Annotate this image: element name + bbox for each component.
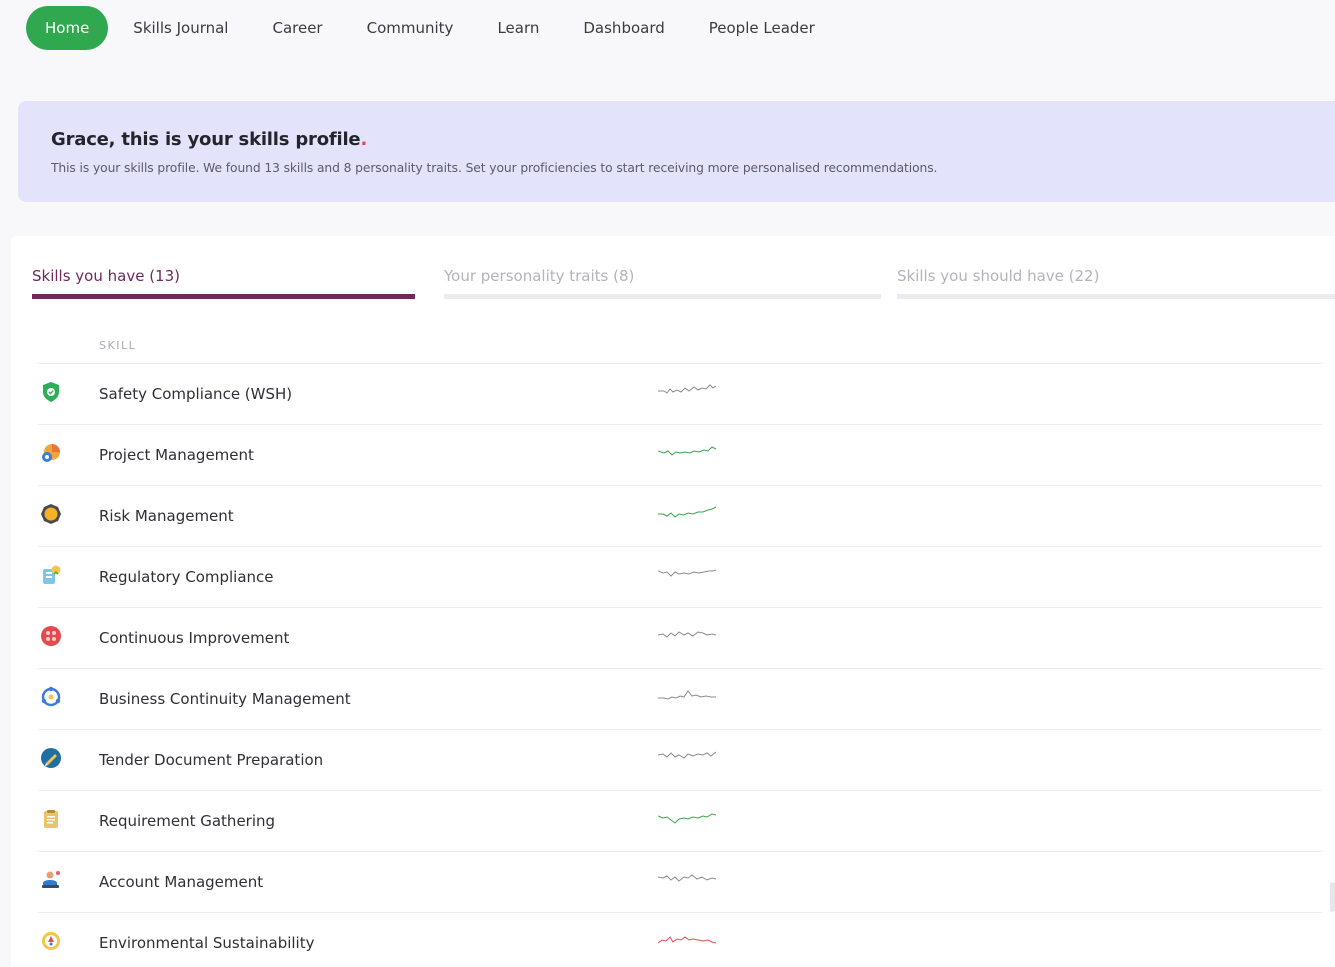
skill-label: Safety Compliance (WSH) [99,385,293,403]
risk-icon [41,504,61,524]
tab-indicator-active [32,294,415,299]
banner-title: Grace, this is your skills profile. [51,129,1335,150]
skill-row[interactable]: Account Management [38,851,1322,912]
skill-label: Continuous Improvement [99,629,290,647]
nav-people-leader[interactable]: People Leader [687,6,837,50]
nav-skills-journal[interactable]: Skills Journal [111,6,250,50]
skill-label: Project Management [99,446,254,464]
scrollbar-handle[interactable] [1330,882,1335,912]
skill-label: Regulatory Compliance [99,568,274,586]
nav-home[interactable]: Home [26,6,109,50]
tab-personality-traits[interactable]: Your personality traits (8) [444,267,634,285]
compliance-icon [43,565,61,584]
tender-icon [41,748,61,768]
banner-subtitle: This is your skills profile. We found 13… [51,161,938,175]
skill-row[interactable]: Tender Document Preparation [38,729,1322,790]
trend-sparkline [658,690,716,700]
trend-sparkline [658,446,716,456]
trend-sparkline [658,751,716,759]
account-icon [42,871,60,888]
trend-sparkline [658,506,716,518]
profile-banner: Grace, this is your skills profile. This… [18,101,1335,202]
trend-sparkline [658,569,716,577]
column-header-skill: SKILL [99,339,137,352]
nav-community[interactable]: Community [345,6,476,50]
skill-label: Risk Management [99,507,234,525]
tab-skills-you-have[interactable]: Skills you have (13) [32,267,180,285]
skill-label: Account Management [99,873,264,891]
banner-title-dot: . [360,129,368,150]
top-nav: Home Skills Journal Career Community Lea… [0,0,1335,56]
skill-row[interactable]: Requirement Gathering [38,790,1322,851]
tab-indicator [897,294,1335,299]
skill-row[interactable]: Project Management [38,424,1322,485]
skill-row[interactable]: Safety Compliance (WSH) [38,363,1322,424]
skill-row[interactable]: Risk Management [38,485,1322,546]
tab-indicator [444,294,881,299]
trend-sparkline [658,384,716,394]
clipboard-icon [44,810,58,828]
skills-card: Skills you have (13) Your personality tr… [11,236,1335,967]
skills-list: Safety Compliance (WSH) Project Manageme… [38,363,1322,967]
skill-row[interactable]: Business Continuity Management [38,668,1322,729]
skill-row[interactable]: Continuous Improvement [38,607,1322,668]
nav-learn[interactable]: Learn [475,6,561,50]
skill-row[interactable]: Regulatory Compliance [38,546,1322,607]
sustainability-icon [42,932,60,950]
skill-label: Requirement Gathering [99,812,276,830]
shield-icon [43,382,59,402]
skill-label: Environmental Sustainability [99,934,315,952]
tab-skills-should-have[interactable]: Skills you should have (22) [897,267,1099,285]
banner-title-text: Grace, this is your skills profile [51,129,361,150]
nav-career[interactable]: Career [250,6,344,50]
trend-sparkline [658,936,716,944]
continuity-icon [41,686,61,707]
trend-sparkline [658,631,716,638]
trend-sparkline [658,874,716,882]
skill-label: Business Continuity Management [99,690,351,708]
skill-row[interactable]: Environmental Sustainability [38,912,1322,967]
trend-sparkline [658,813,716,824]
project-icon [42,444,60,462]
nav-dashboard[interactable]: Dashboard [561,6,686,50]
skill-label: Tender Document Preparation [99,751,324,769]
improvement-icon [41,626,61,646]
